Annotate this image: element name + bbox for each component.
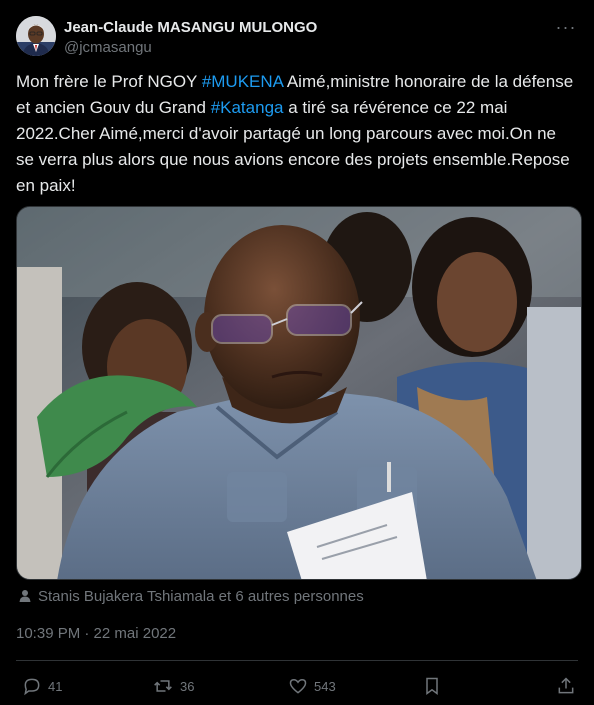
hashtag-link[interactable]: #MUKENA — [202, 72, 283, 91]
action-bar: 41 36 543 — [16, 672, 578, 700]
heart-icon — [289, 678, 307, 694]
author-display-name[interactable]: Jean-Claude MASANGU MULONGO — [64, 18, 317, 38]
reply-count: 41 — [48, 678, 63, 694]
repost-count: 36 — [180, 678, 195, 694]
like-count: 543 — [314, 678, 336, 694]
tweet-photo[interactable] — [16, 206, 582, 580]
tweet-text: Mon frère le Prof NGOY #MUKENA Aimé,mini… — [16, 69, 578, 199]
tweet: Jean-Claude MASANGU MULONGO @jcmasangu ·… — [0, 0, 594, 705]
tweet-header: Jean-Claude MASANGU MULONGO @jcmasangu ·… — [16, 16, 578, 60]
reply-icon — [24, 678, 40, 696]
tagged-people-label: Stanis Bujakera Tshiamala et 6 autres pe… — [38, 588, 364, 605]
reply-button[interactable]: 41 — [22, 672, 62, 700]
repost-button[interactable]: 36 — [152, 672, 194, 700]
tagged-people[interactable]: Stanis Bujakera Tshiamala et 6 autres pe… — [18, 587, 364, 607]
hashtag-link[interactable]: #Katanga — [211, 98, 284, 117]
tweet-text-segment: Mon frère le Prof NGOY — [16, 72, 202, 91]
avatar[interactable] — [16, 16, 56, 56]
bookmark-button[interactable] — [422, 672, 448, 700]
tweet-timestamp[interactable]: 10:39 PM · 22 mai 2022 — [16, 624, 176, 644]
bookmark-icon — [426, 677, 438, 695]
divider — [16, 660, 578, 661]
author-names: Jean-Claude MASANGU MULONGO @jcmasangu — [64, 18, 317, 58]
share-icon — [558, 677, 574, 694]
repost-icon — [154, 680, 172, 692]
share-button[interactable] — [556, 672, 582, 700]
photo-of-man-with-glasses-icon — [17, 207, 581, 579]
like-button[interactable]: 543 — [288, 672, 336, 700]
more-options-icon[interactable]: ··· — [554, 18, 578, 40]
person-icon — [19, 590, 31, 602]
author-handle[interactable]: @jcmasangu — [64, 38, 317, 58]
